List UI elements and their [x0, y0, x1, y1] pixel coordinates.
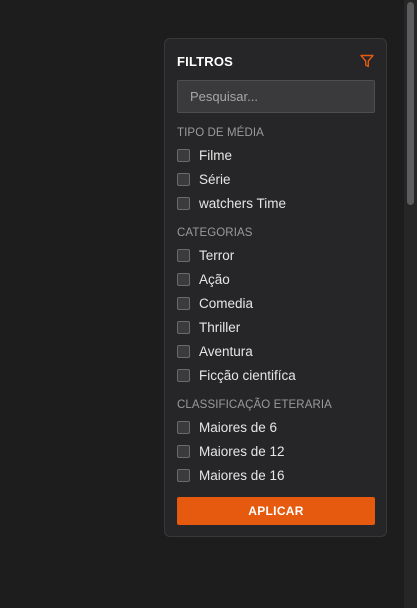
funnel-icon[interactable] — [360, 54, 374, 68]
checkbox[interactable] — [177, 172, 190, 186]
option-label: Thriller — [199, 319, 241, 335]
option-label: Filme — [199, 147, 232, 163]
option-label: Maiores de 12 — [199, 443, 285, 459]
checkbox-option-aventura[interactable]: Aventura — [177, 343, 253, 359]
section-title-age-rating: CLASSIFICAÇÃO ETERARIA — [177, 399, 332, 411]
checkbox[interactable] — [177, 468, 190, 482]
checkbox[interactable] — [177, 196, 190, 210]
checkbox[interactable] — [177, 248, 190, 262]
checkbox[interactable] — [177, 148, 190, 162]
option-label: Maiores de 16 — [199, 467, 285, 483]
checkbox-option-acao[interactable]: Ação — [177, 271, 230, 287]
checkbox[interactable] — [177, 368, 190, 382]
checkbox[interactable] — [177, 296, 190, 310]
checkbox-option-maiores-16[interactable]: Maiores de 16 — [177, 467, 285, 483]
checkbox-option-maiores-12[interactable]: Maiores de 12 — [177, 443, 285, 459]
option-label: Comedia — [199, 295, 254, 311]
checkbox-option-filme[interactable]: Filme — [177, 147, 232, 163]
checkbox-option-serie[interactable]: Série — [177, 171, 231, 187]
apply-button[interactable]: APLICAR — [177, 497, 375, 525]
option-label: Aventura — [199, 343, 253, 359]
scrollbar-thumb[interactable] — [407, 2, 414, 205]
checkbox-option-thriller[interactable]: Thriller — [177, 319, 240, 335]
option-label: Maiores de 6 — [199, 419, 278, 435]
checkbox-option-maiores-6[interactable]: Maiores de 6 — [177, 419, 277, 435]
checkbox[interactable] — [177, 320, 190, 334]
section-title-categories: CATEGORIAS — [177, 227, 253, 239]
option-label: watchers Time — [199, 195, 287, 211]
option-label: Série — [199, 171, 231, 187]
checkbox[interactable] — [177, 272, 190, 286]
checkbox-option-terror[interactable]: Terror — [177, 247, 234, 263]
checkbox[interactable] — [177, 420, 190, 434]
option-label: Terror — [199, 247, 235, 263]
option-label: Ação — [199, 271, 230, 287]
checkbox[interactable] — [177, 344, 190, 358]
checkbox-option-watchers-time[interactable]: watchers Time — [177, 195, 286, 211]
filters-title: FILTROS — [177, 54, 234, 69]
checkbox-option-comedia[interactable]: Comedia — [177, 295, 253, 311]
option-label: Ficção cientifíca — [199, 367, 296, 383]
section-title-media-type: TIPO DE MÉDIA — [177, 127, 264, 139]
checkbox[interactable] — [177, 444, 190, 458]
checkbox-option-ficcao-cientifica[interactable]: Ficção cientifíca — [177, 367, 296, 383]
filters-panel: FILTROS TIPO DE MÉDIA Filme Série watche… — [164, 38, 387, 537]
search-input[interactable] — [177, 80, 375, 113]
